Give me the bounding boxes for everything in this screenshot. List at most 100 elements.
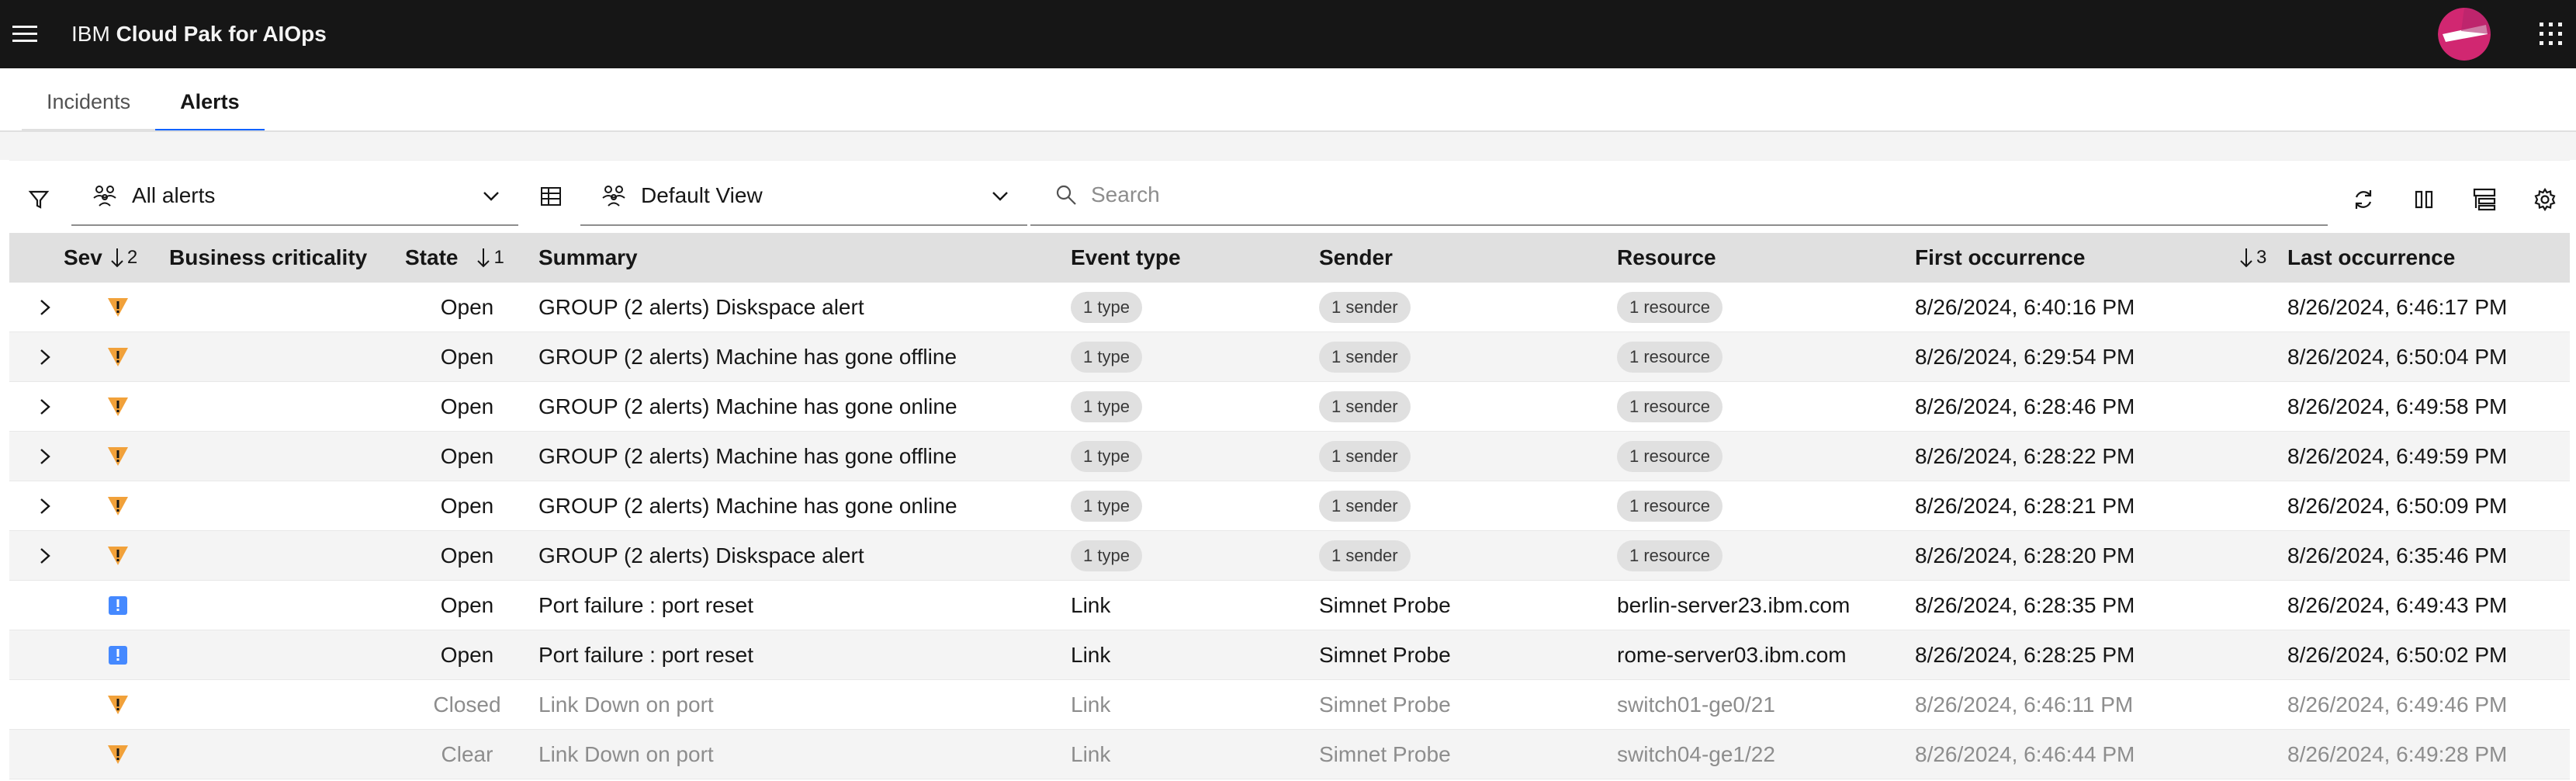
table-row[interactable]: Open GROUP (2 alerts) Machine has gone o… — [9, 382, 2570, 432]
group-by-icon[interactable] — [2466, 181, 2503, 218]
app-switcher-icon[interactable] — [2526, 0, 2576, 68]
summary-cell[interactable]: GROUP (2 alerts) Machine has gone offlin… — [538, 332, 957, 382]
column-label: First occurrence — [1915, 245, 2086, 269]
summary-cell[interactable]: GROUP (2 alerts) Machine has gone offlin… — [538, 432, 957, 481]
first-occurrence-cell: 8/26/2024, 6:29:54 PM — [1915, 345, 2135, 369]
column-header-state[interactable]: State 1 — [405, 233, 504, 283]
chevron-right-icon — [40, 300, 50, 315]
row-expand-toggle[interactable] — [37, 481, 76, 531]
summary-cell[interactable]: GROUP (2 alerts) Machine has gone online — [538, 382, 957, 432]
count-tag[interactable]: 1 type — [1071, 491, 1142, 522]
count-tag[interactable]: 1 sender — [1319, 540, 1411, 571]
severity-cell — [102, 531, 133, 581]
severity-cell — [102, 630, 133, 680]
count-tag[interactable]: 1 type — [1071, 391, 1142, 422]
column-header-sev[interactable]: Sev 2 — [64, 233, 137, 283]
table-row[interactable]: Open GROUP (2 alerts) Machine has gone o… — [9, 481, 2570, 531]
count-tag[interactable]: 1 resource — [1617, 441, 1723, 472]
column-header-summary[interactable]: Summary — [538, 233, 638, 283]
chevron-right-icon — [40, 548, 50, 564]
search-input[interactable] — [1091, 182, 2255, 207]
column-header-event-type[interactable]: Event type — [1071, 233, 1181, 283]
indeterminate-severity-icon — [109, 646, 127, 665]
row-expand-toggle[interactable] — [37, 432, 76, 481]
alerts-filter-dropdown[interactable]: All alerts — [71, 167, 518, 226]
column-header-sender[interactable]: Sender — [1319, 233, 1393, 283]
row-expand-toggle[interactable] — [37, 332, 76, 382]
tab-incidents[interactable]: Incidents — [22, 75, 156, 132]
resource-cell: switch01-ge0/21 — [1617, 692, 1775, 717]
sender-cell: 1 sender — [1319, 432, 1411, 481]
table-row[interactable]: Open Port failure : port reset Link Simn… — [9, 581, 2570, 630]
first-occurrence-cell: 8/26/2024, 6:28:21 PM — [1915, 494, 2135, 518]
tab-alerts[interactable]: Alerts — [155, 75, 265, 132]
count-tag[interactable]: 1 type — [1071, 441, 1142, 472]
count-tag[interactable]: 1 sender — [1319, 391, 1411, 422]
column-icon[interactable] — [2405, 181, 2443, 218]
row-expand-toggle[interactable] — [37, 531, 76, 581]
last-occurrence-cell: 8/26/2024, 6:50:09 PM — [2287, 494, 2508, 518]
filter-icon[interactable] — [20, 181, 57, 218]
tab-label: Alerts — [180, 89, 240, 113]
column-label: Summary — [538, 245, 638, 269]
first-occurrence-cell: 8/26/2024, 6:28:22 PM — [1915, 444, 2135, 468]
major-severity-icon — [108, 348, 128, 366]
alerts-table: Sev 2 Business criticality State 1 Summa… — [9, 233, 2570, 779]
chevron-right-icon — [40, 449, 50, 464]
content-background — [0, 132, 2576, 160]
row-expand-toggle[interactable] — [37, 382, 76, 432]
summary-cell[interactable]: Port failure : port reset — [538, 630, 753, 680]
summary-cell[interactable]: GROUP (2 alerts) Machine has gone online — [538, 481, 957, 531]
count-tag[interactable]: 1 type — [1071, 540, 1142, 571]
column-header-resource[interactable]: Resource — [1617, 233, 1716, 283]
summary-cell[interactable]: Link Down on port — [538, 680, 714, 730]
event-type-cell: 1 type — [1071, 332, 1142, 382]
summary-cell[interactable]: Port failure : port reset — [538, 581, 753, 630]
severity-cell — [102, 581, 133, 630]
column-header-first-occurrence[interactable]: First occurrence — [1915, 233, 2085, 283]
sender-cell: Simnet Probe — [1319, 692, 1451, 717]
view-select-dropdown[interactable]: Default View — [580, 167, 1027, 226]
user-group-icon — [92, 184, 118, 207]
resource-cell: 1 resource — [1617, 332, 1723, 382]
count-tag[interactable]: 1 sender — [1319, 441, 1411, 472]
count-tag[interactable]: 1 sender — [1319, 491, 1411, 522]
table-row[interactable]: Closed Link Down on port Link Simnet Pro… — [9, 680, 2570, 730]
chevron-right-icon — [40, 349, 50, 365]
count-tag[interactable]: 1 resource — [1617, 540, 1723, 571]
count-tag[interactable]: 1 resource — [1617, 292, 1723, 323]
count-tag[interactable]: 1 type — [1071, 292, 1142, 323]
table-row[interactable]: Open GROUP (2 alerts) Diskspace alert 1 … — [9, 283, 2570, 332]
count-tag[interactable]: 1 sender — [1319, 292, 1411, 323]
count-tag[interactable]: 1 resource — [1617, 491, 1723, 522]
count-tag[interactable]: 1 sender — [1319, 342, 1411, 373]
hamburger-menu-icon[interactable] — [0, 0, 50, 68]
search-field[interactable] — [1030, 165, 2328, 226]
table-row[interactable]: Open GROUP (2 alerts) Machine has gone o… — [9, 432, 2570, 481]
table-row[interactable]: Open GROUP (2 alerts) Diskspace alert 1 … — [9, 531, 2570, 581]
row-expand-toggle[interactable] — [37, 283, 76, 332]
user-avatar[interactable] — [2438, 8, 2491, 61]
major-severity-icon — [108, 497, 128, 515]
last-occurrence-cell: 8/26/2024, 6:49:28 PM — [2287, 742, 2508, 766]
summary-cell[interactable]: GROUP (2 alerts) Diskspace alert — [538, 531, 864, 581]
table-row[interactable]: Open GROUP (2 alerts) Machine has gone o… — [9, 332, 2570, 382]
table-icon[interactable] — [532, 178, 570, 215]
settings-icon[interactable] — [2526, 181, 2564, 218]
state-cell: Open — [440, 444, 494, 468]
count-tag[interactable]: 1 resource — [1617, 342, 1723, 373]
app-brand[interactable]: IBM Cloud Pak for AIOps — [71, 22, 327, 47]
table-row[interactable]: Open Port failure : port reset Link Simn… — [9, 630, 2570, 680]
column-header-last-occurrence[interactable]: Last occurrence — [2287, 233, 2455, 283]
table-row[interactable]: Clear Link Down on port Link Simnet Prob… — [9, 730, 2570, 779]
major-severity-icon — [108, 696, 128, 714]
column-header-business-criticality[interactable]: Business criticality — [169, 233, 367, 283]
severity-cell — [102, 730, 133, 779]
summary-cell[interactable]: Link Down on port — [538, 730, 714, 779]
count-tag[interactable]: 1 resource — [1617, 391, 1723, 422]
sort-indicator-first-occurrence[interactable]: 3 — [2231, 233, 2266, 283]
column-label: Sev — [64, 245, 102, 269]
refresh-icon[interactable] — [2345, 181, 2382, 218]
summary-cell[interactable]: GROUP (2 alerts) Diskspace alert — [538, 283, 864, 332]
count-tag[interactable]: 1 type — [1071, 342, 1142, 373]
